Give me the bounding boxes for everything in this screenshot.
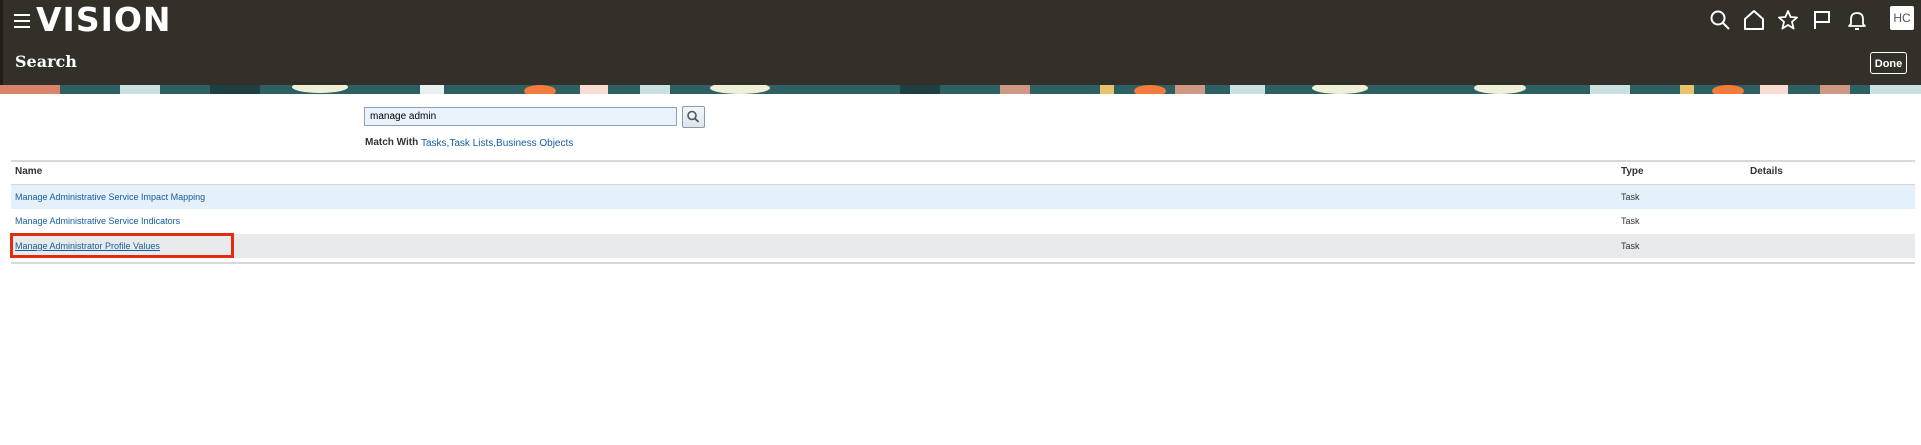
page-title: Search	[15, 52, 77, 71]
row-details	[1750, 216, 1850, 228]
column-header-details[interactable]: Details	[1750, 166, 1783, 177]
done-button[interactable]: Done	[1870, 52, 1907, 74]
table-row[interactable]: Manage Administrative Service Indicators…	[11, 209, 1915, 233]
match-with-label: Match With	[365, 137, 419, 148]
table-top-border	[11, 160, 1915, 162]
bell-icon[interactable]	[1845, 8, 1869, 32]
row-details	[1750, 241, 1850, 253]
row-details	[1750, 192, 1850, 204]
search-input[interactable]: manage admin	[364, 107, 677, 126]
home-icon[interactable]	[1742, 8, 1766, 32]
table-bottom-border	[11, 262, 1915, 264]
table-row[interactable]: Manage Administrative Service Impact Map…	[11, 185, 1915, 209]
row-name-link[interactable]: Manage Administrative Service Indicators	[15, 216, 180, 226]
table-row[interactable]: Manage Administrator Profile Values Task	[11, 234, 1915, 258]
flag-icon[interactable]	[1810, 8, 1834, 32]
row-name-link[interactable]: Manage Administrative Service Impact Map…	[15, 192, 205, 202]
header-edge	[0, 0, 3, 85]
search-icon	[687, 110, 700, 123]
menu-icon[interactable]	[14, 14, 30, 28]
column-header-name[interactable]: Name	[15, 166, 42, 177]
search-button[interactable]	[682, 106, 705, 128]
match-with-link[interactable]: Tasks,Task Lists,Business Objects	[421, 138, 573, 149]
highlight-box	[10, 233, 234, 258]
star-icon[interactable]	[1776, 8, 1800, 32]
decorative-banner	[0, 85, 1921, 94]
app-logo[interactable]: VISION	[36, 0, 172, 40]
row-type: Task	[1621, 216, 1640, 226]
column-header-type[interactable]: Type	[1621, 166, 1644, 177]
user-avatar[interactable]: HC	[1890, 6, 1914, 30]
row-type: Task	[1621, 241, 1640, 251]
global-header: VISION Search HC Done	[0, 0, 1921, 85]
search-icon[interactable]	[1708, 8, 1732, 32]
row-type: Task	[1621, 192, 1640, 202]
